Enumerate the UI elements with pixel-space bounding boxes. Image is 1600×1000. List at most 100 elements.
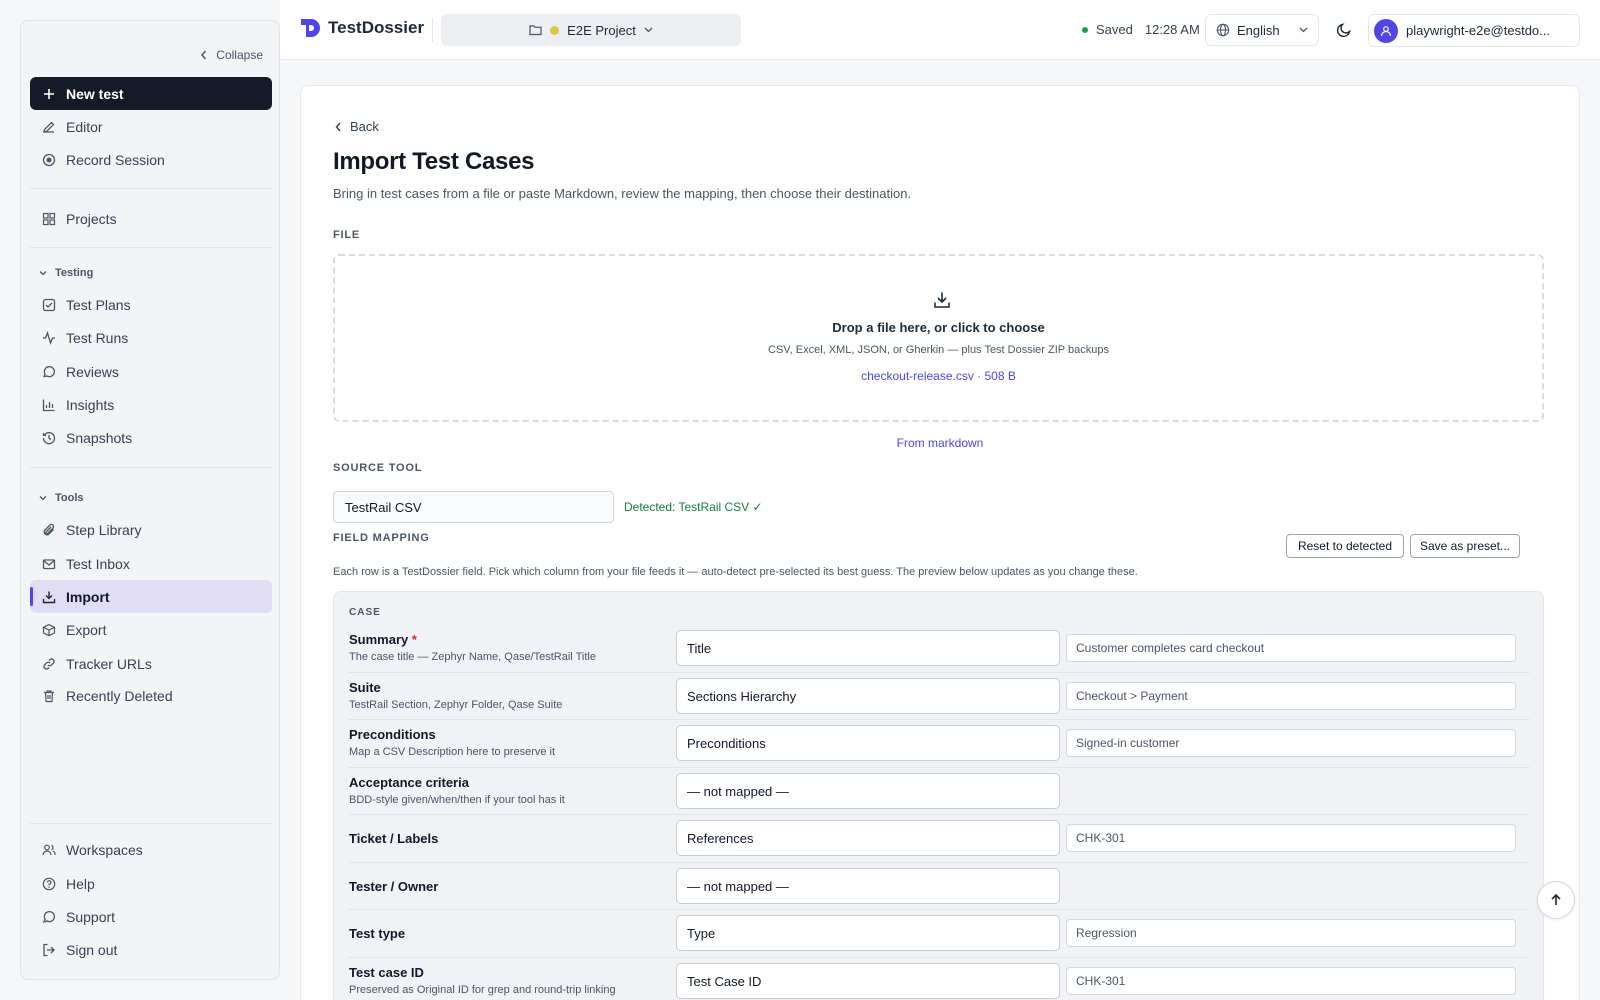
sidebar-item-import[interactable]: Import bbox=[30, 580, 272, 613]
divider bbox=[30, 188, 272, 189]
sidebar-item-label: Insights bbox=[66, 396, 115, 413]
column-select[interactable]: Sections Hierarchy bbox=[676, 678, 1060, 714]
saved-dot bbox=[1082, 26, 1088, 33]
sidebar-item-test-plans[interactable]: Test Plans bbox=[30, 288, 272, 321]
field-description: Preserved as Original ID for grep and ro… bbox=[349, 984, 616, 996]
sidebar-item-tracker-urls[interactable]: Tracker URLs bbox=[30, 647, 272, 680]
theme-toggle[interactable] bbox=[1332, 18, 1356, 42]
dropzone-title: Drop a file here, or click to choose bbox=[832, 320, 1045, 335]
mapping-row-preconditions: Preconditions Map a CSV Description here… bbox=[348, 723, 1530, 771]
save-as-preset-button[interactable]: Save as preset... bbox=[1410, 534, 1520, 558]
sidebar-item-workspaces[interactable]: Workspaces bbox=[30, 833, 272, 866]
language-select[interactable]: English bbox=[1205, 14, 1319, 46]
package-icon bbox=[42, 623, 56, 637]
testdossier-logo-icon bbox=[301, 19, 320, 37]
record-icon bbox=[42, 153, 56, 167]
sidebar-item-label: Record Session bbox=[66, 151, 165, 168]
field-name: Summary * bbox=[349, 632, 417, 647]
reset-to-detected-button[interactable]: Reset to detected bbox=[1286, 534, 1404, 558]
sidebar-item-record-session[interactable]: Record Session bbox=[30, 143, 272, 176]
project-selector[interactable]: E2E Project bbox=[441, 14, 741, 46]
sidebar-item-label: Test Inbox bbox=[66, 555, 130, 572]
sidebar-item-help[interactable]: Help bbox=[30, 867, 272, 900]
column-select[interactable]: Preconditions bbox=[676, 725, 1060, 761]
sidebar-item-insights[interactable]: Insights bbox=[30, 388, 272, 421]
chevron-left-icon bbox=[335, 122, 341, 131]
sidebar-item-step-library[interactable]: Step Library bbox=[30, 513, 272, 546]
column-select[interactable]: — not mapped — bbox=[676, 868, 1060, 904]
chat-icon bbox=[42, 910, 56, 924]
message-icon bbox=[42, 365, 56, 379]
new-test-button[interactable]: New test bbox=[30, 77, 272, 110]
column-select[interactable]: References bbox=[676, 820, 1060, 856]
row-divider bbox=[348, 719, 1530, 720]
from-markdown-link[interactable]: From markdown bbox=[301, 436, 1579, 450]
saved-label: Saved bbox=[1096, 22, 1133, 37]
row-divider bbox=[348, 957, 1530, 958]
section-toggle-tools[interactable]: Tools bbox=[39, 492, 84, 504]
globe-icon bbox=[1216, 23, 1230, 37]
mail-icon bbox=[42, 557, 56, 571]
sidebar-item-export[interactable]: Export bbox=[30, 613, 272, 646]
sidebar-item-label: Import bbox=[66, 588, 110, 605]
sidebar-item-editor[interactable]: Editor bbox=[30, 110, 272, 143]
file-section-label: FILE bbox=[333, 229, 361, 241]
field-name: Acceptance criteria bbox=[349, 775, 469, 790]
mapping-row-acceptance-criteria: Acceptance criteria BDD-style given/when… bbox=[348, 771, 1530, 819]
field-name-text: Summary bbox=[349, 632, 409, 647]
sidebar-item-test-inbox[interactable]: Test Inbox bbox=[30, 547, 272, 580]
sidebar-item-reviews[interactable]: Reviews bbox=[30, 355, 272, 388]
required-marker: * bbox=[411, 632, 417, 647]
case-section-label: CASE bbox=[349, 607, 381, 618]
sidebar-item-recently-deleted[interactable]: Recently Deleted bbox=[30, 679, 272, 712]
project-name: E2E Project bbox=[567, 22, 636, 38]
user-menu[interactable]: playwright-e2e@testdo... bbox=[1368, 14, 1580, 47]
link-icon bbox=[42, 657, 56, 671]
mapping-row-tester-owner: Tester / Owner — not mapped — bbox=[348, 866, 1530, 914]
field-description: BDD-style given/when/then if your tool h… bbox=[349, 794, 565, 806]
back-link[interactable]: Back bbox=[335, 119, 379, 134]
field-name: Tester / Owner bbox=[349, 879, 439, 894]
trash-icon bbox=[42, 689, 56, 703]
sidebar-item-label: Projects bbox=[66, 210, 117, 227]
download-icon bbox=[42, 590, 56, 604]
field-description: The case title — Zephyr Name, Qase/TestR… bbox=[349, 651, 596, 663]
new-test-label: New test bbox=[66, 85, 124, 102]
sidebar-item-label: Sign out bbox=[66, 941, 118, 958]
save-status: Saved 12:28 AM bbox=[1082, 22, 1200, 37]
moon-icon bbox=[1336, 23, 1351, 38]
sidebar-item-projects[interactable]: Projects bbox=[30, 202, 272, 235]
field-name: Ticket / Labels bbox=[349, 831, 439, 846]
field-description: TestRail Section, Zephyr Folder, Qase Su… bbox=[349, 699, 563, 711]
folder-icon bbox=[529, 25, 542, 36]
page-title: Import Test Cases bbox=[333, 148, 535, 175]
collapse-label: Collapse bbox=[216, 48, 263, 62]
column-select[interactable]: Type bbox=[676, 915, 1060, 951]
users-icon bbox=[42, 843, 56, 857]
file-dropzone[interactable]: Drop a file here, or click to choose CSV… bbox=[333, 254, 1544, 422]
row-divider bbox=[348, 814, 1530, 815]
sidebar-item-test-runs[interactable]: Test Runs bbox=[30, 321, 272, 354]
column-select[interactable]: Title bbox=[676, 630, 1060, 666]
arrow-up-icon bbox=[1551, 893, 1561, 905]
field-mapping-label: FIELD MAPPING bbox=[333, 532, 430, 544]
column-select[interactable]: — not mapped — bbox=[676, 773, 1060, 809]
row-divider bbox=[348, 767, 1530, 768]
activity-icon bbox=[42, 330, 56, 345]
app-logo[interactable]: TestDossier bbox=[300, 17, 424, 39]
scroll-to-top-button[interactable] bbox=[1537, 881, 1575, 919]
sidebar-item-snapshots[interactable]: Snapshots bbox=[30, 421, 272, 454]
section-toggle-testing[interactable]: Testing bbox=[39, 267, 93, 279]
row-divider bbox=[348, 862, 1530, 863]
sidebar-item-label: Support bbox=[66, 908, 116, 925]
dropzone-hint: CSV, Excel, XML, JSON, or Gherkin — plus… bbox=[768, 344, 1109, 356]
sidebar-item-sign-out[interactable]: Sign out bbox=[30, 933, 272, 966]
sidebar-item-support[interactable]: Support bbox=[30, 900, 272, 933]
import-card: Back Import Test Cases Bring in test cas… bbox=[300, 85, 1580, 1000]
collapse-button[interactable]: Collapse bbox=[200, 48, 263, 62]
column-select[interactable]: Test Case ID bbox=[676, 963, 1060, 999]
preview-value: Checkout > Payment bbox=[1066, 682, 1516, 710]
source-tool-select[interactable]: TestRail CSV bbox=[333, 491, 614, 523]
plus-icon bbox=[42, 87, 56, 101]
selected-file: checkout-release.csv · 508 B bbox=[861, 369, 1016, 383]
